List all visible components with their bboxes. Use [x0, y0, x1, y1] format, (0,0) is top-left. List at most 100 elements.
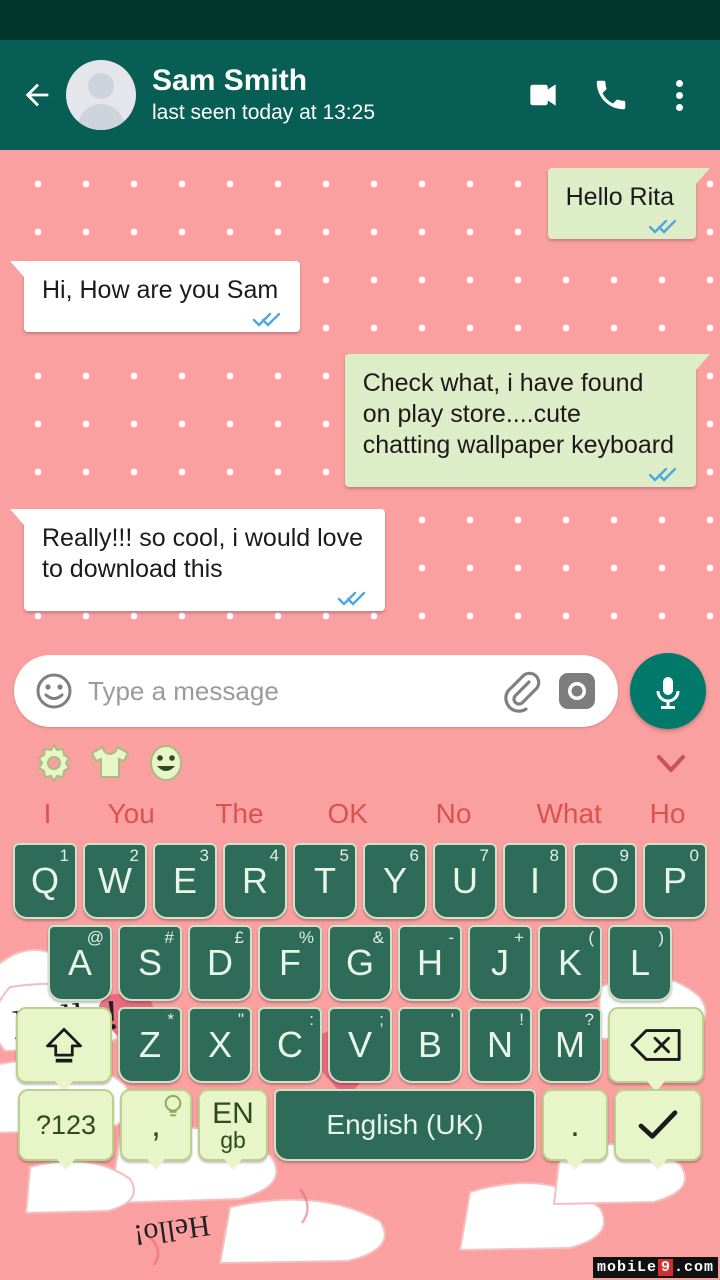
key-label: I: [529, 860, 540, 901]
key-w[interactable]: 2W: [83, 843, 147, 919]
message-text: Hi, How are you Sam: [42, 276, 279, 304]
key-x[interactable]: " X: [188, 1007, 252, 1083]
key-h[interactable]: -H: [398, 925, 462, 1001]
comma-key[interactable]: ,: [120, 1089, 192, 1170]
key-hint: @: [86, 928, 104, 947]
suggestion-item[interactable]: OK: [294, 798, 402, 830]
suggestion-item[interactable]: You: [77, 798, 185, 830]
key-hint: ": [237, 1010, 244, 1029]
key-v[interactable]: ; V: [328, 1007, 392, 1083]
message-row: Hello Rita: [0, 168, 720, 239]
key-t[interactable]: 5T: [293, 843, 357, 919]
avatar[interactable]: [66, 60, 136, 130]
suggestion-item[interactable]: Ho: [633, 798, 702, 830]
phone-call-button[interactable]: [590, 74, 632, 116]
key-label: O: [590, 860, 619, 901]
key-o[interactable]: 9O: [573, 843, 637, 919]
chat-message-list[interactable]: Hello Rita Hi, How are you Sam Check wha…: [0, 150, 720, 645]
key-hint: !: [519, 1010, 524, 1029]
keyboard-settings-button[interactable]: [26, 741, 82, 785]
language-switch-key[interactable]: EN gb: [198, 1089, 268, 1170]
key-a[interactable]: @ A: [48, 925, 112, 1001]
key-label: D: [207, 942, 233, 983]
key-q[interactable]: 1Q: [13, 843, 77, 919]
symbols-key[interactable]: ?123: [18, 1089, 114, 1170]
voice-record-button[interactable]: [630, 653, 706, 729]
key-b[interactable]: ' B: [398, 1007, 462, 1083]
suggestion-item[interactable]: The: [185, 798, 293, 830]
key-r[interactable]: 4R: [223, 843, 287, 919]
emoji-button[interactable]: [34, 671, 74, 711]
key-l[interactable]: ) L: [608, 925, 672, 1001]
key-hint: +: [514, 928, 524, 947]
overflow-menu-icon: [664, 79, 694, 111]
key-z[interactable]: * Z: [118, 1007, 182, 1083]
keyboard-theme-button[interactable]: [82, 741, 138, 785]
key-i[interactable]: 8I: [503, 843, 567, 919]
key-hint: 7: [479, 846, 489, 865]
key-hint: 1: [59, 846, 69, 865]
tshirt-icon: [90, 745, 130, 778]
message-bubble-outgoing[interactable]: Hello Rita: [547, 168, 711, 239]
message-text: Check what, i have found on play store..…: [362, 369, 674, 459]
keyboard-keys: 1Q 2W 3E 4R 5T 6Y 7U 8I 9O 0P @ A # S £ D %…: [0, 839, 720, 1170]
key-c[interactable]: :C: [258, 1007, 322, 1083]
shift-key[interactable]: [16, 1007, 112, 1092]
key-n[interactable]: ! N: [468, 1007, 532, 1083]
message-text: Really!!! so cool, i would love to downl…: [42, 524, 363, 583]
key-hint: *: [167, 1010, 174, 1029]
key-y[interactable]: 6Y: [363, 843, 427, 919]
camera-button[interactable]: [556, 670, 598, 712]
watermark-box: mobiLe 9 .com: [592, 1257, 718, 1278]
key-label: E: [172, 860, 197, 901]
key-label: H: [417, 942, 443, 983]
keyboard-collapse-button[interactable]: [648, 743, 694, 783]
backspace-key[interactable]: [608, 1007, 704, 1092]
key-label: B: [417, 1024, 442, 1065]
keyboard-emoji-button[interactable]: [138, 741, 194, 785]
watermark-text-3: .com: [673, 1259, 714, 1276]
key-hint: ?: [584, 1010, 594, 1029]
back-button[interactable]: [14, 72, 60, 118]
key-k[interactable]: (K: [538, 925, 602, 1001]
emoji-icon: [150, 745, 182, 781]
shift-up-arrow-icon: [46, 1027, 82, 1063]
key-u[interactable]: 7U: [433, 843, 497, 919]
key-j[interactable]: + J: [468, 925, 532, 1001]
overflow-menu-button[interactable]: [658, 74, 700, 116]
header-actions: [522, 74, 706, 116]
key-f[interactable]: % F: [258, 925, 322, 1001]
key-p[interactable]: 0P: [643, 843, 707, 919]
key-e[interactable]: 3E: [153, 843, 217, 919]
key-label: Q: [30, 860, 59, 901]
key-m[interactable]: ? M: [538, 1007, 602, 1083]
message-bubble-outgoing[interactable]: Check what, i have found on play store..…: [344, 354, 711, 487]
microphone-icon: [656, 677, 680, 709]
key-hint: 9: [619, 846, 629, 865]
key-label: J: [491, 942, 509, 983]
suggestion-item[interactable]: I: [18, 798, 77, 830]
keyboard-row-1: 1Q 2W 3E 4R 5T 6Y 7U 8I 9O 0P: [4, 843, 716, 919]
key-d[interactable]: £ D: [188, 925, 252, 1001]
key-g[interactable]: & G: [328, 925, 392, 1001]
contact-info[interactable]: Sam Smith last seen today at 13:25: [152, 64, 522, 127]
key-label: V: [347, 1024, 372, 1065]
enter-key[interactable]: [614, 1089, 702, 1170]
language-region: gb: [220, 1126, 246, 1153]
suggestion-item[interactable]: What: [505, 798, 633, 830]
read-receipt-icon: [337, 585, 371, 606]
message-bubble-incoming[interactable]: Really!!! so cool, i would love to downl…: [10, 509, 385, 611]
message-input-bar: Type a message: [0, 645, 720, 737]
keyboard: Hello! Hello!: [0, 737, 720, 1280]
period-key[interactable]: .: [542, 1089, 608, 1170]
message-bubble-incoming[interactable]: Hi, How are you Sam: [9, 261, 301, 332]
key-label: W: [98, 860, 132, 901]
video-call-button[interactable]: [522, 74, 564, 116]
message-input-field[interactable]: Type a message: [14, 655, 618, 727]
keyboard-row-3: * Z " X :C ; V ' B ! N ? M: [4, 1007, 716, 1092]
attach-button[interactable]: [498, 669, 542, 713]
space-key[interactable]: English (UK): [274, 1089, 536, 1161]
message-row: Check what, i have found on play store..…: [0, 354, 720, 487]
suggestion-item[interactable]: No: [402, 798, 505, 830]
key-s[interactable]: # S: [118, 925, 182, 1001]
